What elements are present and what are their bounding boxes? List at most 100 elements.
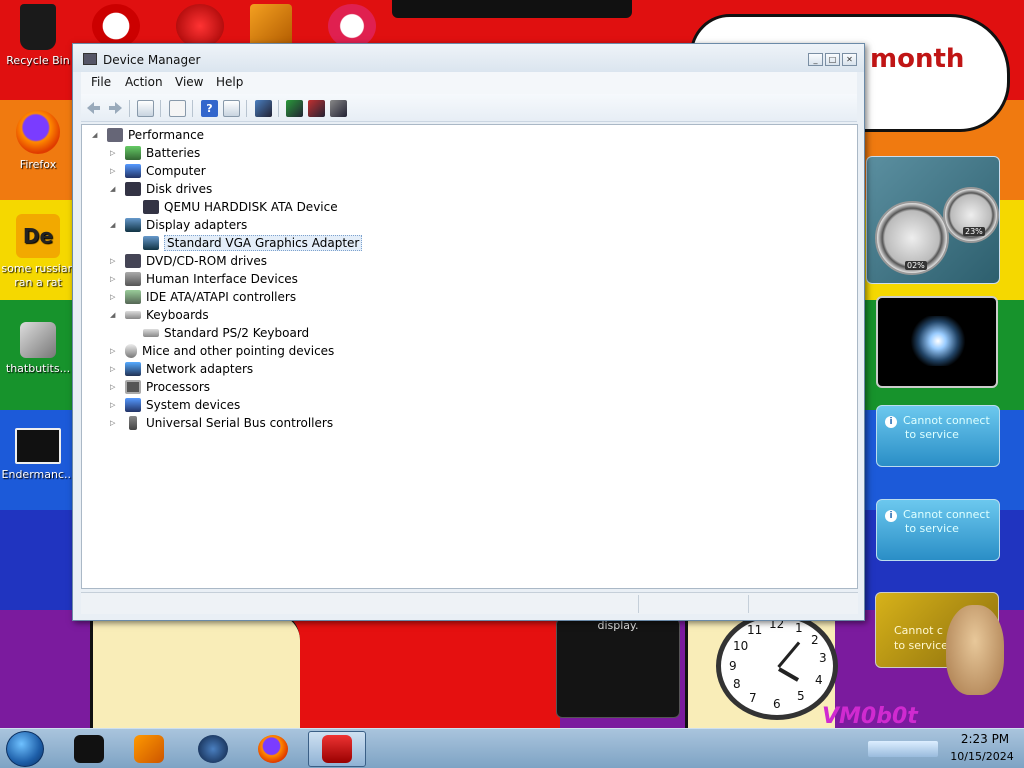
app-icon[interactable] [176,4,224,48]
app-icon[interactable] [250,4,292,48]
tree-item-keyboards[interactable]: ◢ Keyboards [110,306,209,324]
expand-icon[interactable]: ▷ [110,365,119,374]
device-manager-window[interactable]: Device Manager _ □ ✕ File Action View He… [72,43,865,621]
expand-icon[interactable]: ▷ [110,257,119,266]
feed-gadget[interactable]: i Cannot connect to service [876,499,1000,561]
battery-icon [125,146,141,160]
clock-minute-hand [777,641,801,668]
desktop-icon-thatbutits[interactable]: thatbutits... [0,322,76,376]
device-tree[interactable]: ◢ Performance ▷ Batteries ▷ Computer ◢ D… [81,124,858,589]
vm-watermark: VM0b0t [822,704,918,729]
close-button[interactable]: ✕ [842,53,857,66]
taskbar [0,728,1024,768]
toolbar-separator [246,100,247,117]
media-gadget[interactable]: display. [556,618,680,718]
tree-item-display-adapters[interactable]: ◢ Display adapters [110,216,247,234]
taskbar-item-device-manager[interactable] [308,731,366,767]
taskbar-item[interactable] [60,731,118,767]
back-button[interactable] [85,100,102,117]
toolbar-separator [160,100,161,117]
expand-icon[interactable]: ▷ [110,167,119,176]
desktop-icon-endermanch[interactable]: Endermanc... [0,428,76,482]
expand-icon[interactable]: ▷ [110,293,119,302]
status-separator [748,595,749,613]
app-icon[interactable] [328,4,376,48]
expand-icon[interactable]: ▷ [110,347,119,356]
tree-item-ide-ata[interactable]: ▷ IDE ATA/ATAPI controllers [110,288,296,306]
collapse-icon[interactable]: ◢ [110,221,119,230]
menu-file[interactable]: File [91,75,111,89]
cpu-meter-gadget[interactable]: 02% 23% [866,156,1000,284]
tree-item-standard-vga[interactable]: Standard VGA Graphics Adapter [143,234,363,252]
collapse-icon[interactable]: ◢ [92,131,101,140]
disable-device-icon[interactable] [330,100,347,117]
tree-item-processors[interactable]: ▷ Processors [110,378,210,396]
desktop-icon-firefox[interactable]: Firefox [0,110,76,172]
tree-item-batteries[interactable]: ▷ Batteries [110,144,200,162]
taskbar-clock-date[interactable]: 10/15/2024 [942,750,1022,763]
display-adapter-icon [143,236,159,250]
forward-button[interactable] [107,100,124,117]
tree-item-network-adapters[interactable]: ▷ Network adapters [110,360,253,378]
expand-icon[interactable]: ▷ [110,383,119,392]
wallpaper-shape [90,610,300,728]
app-icon [74,735,104,763]
expand-icon[interactable]: ▷ [110,149,119,158]
tree-item-disk-drives[interactable]: ◢ Disk drives [110,180,212,198]
collapse-icon[interactable]: ◢ [110,185,119,194]
help-icon[interactable]: ? [201,100,218,117]
toolbar-separator [192,100,193,117]
tree-item-system-devices[interactable]: ▷ System devices [110,396,240,414]
menu-help[interactable]: Help [216,75,243,89]
tree-item-computer[interactable]: ▷ Computer [110,162,206,180]
maximize-button[interactable]: □ [825,53,840,66]
scan-hardware-icon[interactable] [255,100,272,117]
tree-item-mice[interactable]: ▷ Mice and other pointing devices [110,342,334,360]
keyboard-icon [143,329,159,337]
tree-item-hid[interactable]: ▷ Human Interface Devices [110,270,298,288]
expand-icon[interactable]: ▷ [110,275,119,284]
desktop-icon-russian-rat[interactable]: De some russian ran a rat [0,214,76,290]
list-icon [15,428,61,464]
wallpaper-shape [392,0,632,18]
app-icon[interactable] [92,4,140,48]
clock-face: 9 3 4 5 6 7 8 10 11 12 1 2 [716,612,838,720]
tree-item-usb[interactable]: ▷ Universal Serial Bus controllers [110,414,333,432]
update-driver-icon[interactable] [286,100,303,117]
show-hide-action-pane-button[interactable] [223,100,240,117]
expand-icon[interactable]: ▷ [110,419,119,428]
slideshow-gadget[interactable] [876,296,998,388]
clock-hour-hand [778,667,800,682]
taskbar-clock-time[interactable]: 2:23 PM [950,732,1020,746]
toolbar-separator [129,100,130,117]
uninstall-device-icon[interactable] [308,100,325,117]
toolbox-icon [322,735,352,763]
info-icon: i [885,510,897,522]
menu-action[interactable]: Action [125,75,163,89]
collapse-icon[interactable]: ◢ [110,311,119,320]
system-device-icon [125,398,141,412]
feed-gadget[interactable]: i Cannot connect to service [876,405,1000,467]
taskbar-item[interactable] [184,731,242,767]
minimize-button[interactable]: _ [808,53,823,66]
recycle-bin-icon [20,4,56,50]
taskbar-item-firefox[interactable] [244,731,302,767]
tree-item-dvd-cdrom[interactable]: ▷ DVD/CD-ROM drives [110,252,267,270]
desktop-icon-recycle-bin[interactable]: Recycle Bin [0,4,76,68]
menu-view[interactable]: View [175,75,203,89]
tree-item-qemu-harddisk[interactable]: QEMU HARDDISK ATA Device [143,198,338,216]
start-button[interactable] [6,731,44,767]
expand-icon[interactable]: ▷ [110,401,119,410]
firefox-icon [258,735,288,763]
tree-root[interactable]: ◢ Performance [92,126,204,144]
hamster-image [946,605,1004,695]
show-hide-console-tree-button[interactable] [137,100,154,117]
properties-button[interactable] [169,100,186,117]
tray-icons[interactable] [868,741,938,757]
status-separator [638,595,639,613]
document-icon: De [16,214,60,258]
arrow-right-icon [109,102,122,114]
tree-item-ps2-keyboard[interactable]: Standard PS/2 Keyboard [143,324,309,342]
title-bar[interactable]: Device Manager _ □ ✕ [73,44,864,72]
taskbar-item[interactable] [120,731,178,767]
